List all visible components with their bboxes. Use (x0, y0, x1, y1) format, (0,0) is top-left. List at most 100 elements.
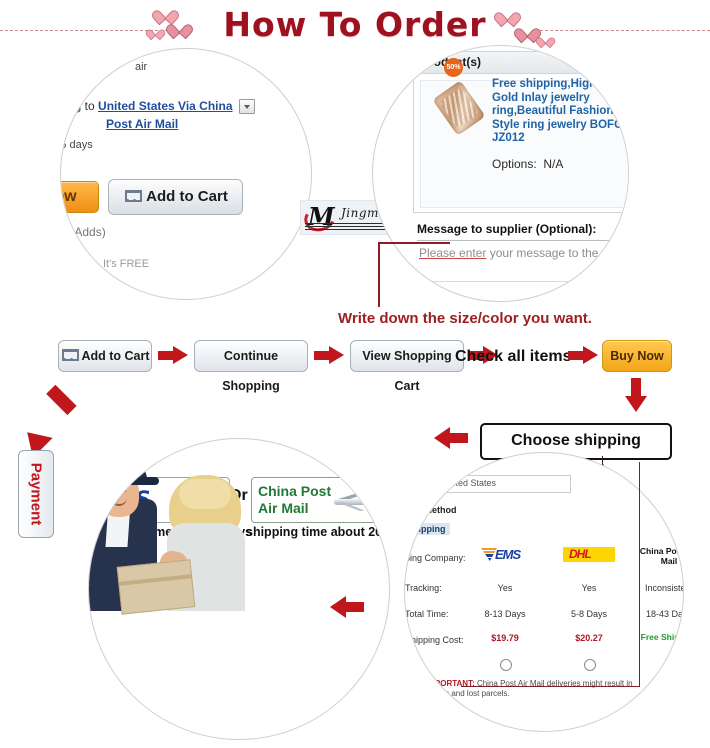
china-post-line2: Air Mail (258, 500, 309, 516)
shipping-method-dialog-circle: United States ping Method Shipping ping … (404, 452, 684, 732)
add-to-cart-button[interactable]: Add to Cart (108, 179, 243, 215)
message-to-supplier-label: Message to supplier (Optional): (417, 222, 597, 236)
wish-list-row[interactable]: sh List (0 Adds) (61, 225, 106, 239)
courier-eye (121, 489, 126, 492)
shipping-method-heading: ping Method (404, 505, 457, 515)
flow-arrow-down-icon (625, 378, 647, 412)
choose-shipping-method-box: Choose shipping method (480, 423, 672, 480)
add-to-cart-label: Add to Cart (146, 188, 228, 205)
product-thumbnail (432, 80, 486, 136)
dispatch-time-text: t within 5 days (60, 139, 93, 151)
title-dash-left (0, 30, 168, 31)
flow-step1-label: Add to Cart (81, 349, 150, 363)
heart-icon (540, 36, 551, 45)
wish-list-count: (0 Adds) (61, 225, 106, 239)
message-to-supplier-input[interactable]: Please enter your message to the s (419, 246, 608, 260)
message-placeholder-underlined: Please enter (419, 246, 487, 260)
product-title-link[interactable]: Free shipping,High Qua. 18K Gold Inlay j… (492, 78, 628, 146)
shipping-radio-ems[interactable] (500, 659, 512, 671)
discount-badge: 50% (444, 58, 463, 77)
title-dash-right (540, 30, 710, 31)
shipping-tab[interactable]: Shipping (405, 523, 450, 535)
country-select-value: United States (442, 478, 497, 488)
dialog-edge-line-horizontal (461, 686, 640, 687)
shipping-cost-cell: Free Shipping (640, 632, 683, 642)
options-label: Options: (492, 157, 537, 171)
total-time-cell: 5-8 Days (570, 609, 607, 619)
row-label-tracking: Tracking: (405, 583, 442, 593)
products-panel: Product(s) 50% Free shipping,High Qua. 1… (413, 51, 628, 213)
shopping-cart-icon (123, 190, 143, 202)
tracking-cell: Inconsistent (644, 583, 683, 593)
flow-arrow-icon (158, 346, 188, 364)
buyer-protection-label: tion (61, 257, 63, 271)
parcel-box (116, 559, 196, 615)
message-placeholder-rest: your message to the s (486, 246, 608, 260)
shipping-to-label: to (84, 99, 95, 113)
how-to-order-infographic: How To Order air hipping to United State… (0, 0, 710, 748)
shopping-cart-icon (60, 349, 80, 361)
airplane-icon (328, 486, 385, 516)
shipping-cost-cell: $19.79 (491, 633, 519, 643)
flow-check-all-items-label: Check all items (455, 348, 572, 365)
china-post-label: China Post Air Mail (639, 546, 684, 566)
destination-link[interactable]: United States Via China (98, 99, 232, 113)
row-label-shipping-cost: Shipping Cost: (405, 635, 464, 645)
note-connector-horizontal (378, 242, 450, 244)
flow-continue-shopping-button[interactable]: Continue Shopping (194, 340, 308, 393)
ems-logo-text: EMS (495, 547, 521, 562)
china-post-shipping-time-caption: shipping time about 20 days (246, 525, 389, 539)
buyers-fragment: ers (71, 277, 87, 289)
ring-image (432, 80, 486, 136)
heart-icon (158, 8, 173, 21)
carrier-logo-cell: DHL (553, 545, 625, 571)
shipping-radio-dhl[interactable] (584, 659, 596, 671)
tracking-cell: Yes (581, 583, 597, 593)
heart-icon (150, 28, 161, 37)
free-shipping-label: hipping (61, 99, 82, 113)
product-options-row: Options: N/A (492, 157, 563, 171)
dialog-edge-line-vertical (639, 462, 640, 687)
message-field-divider-2 (433, 281, 628, 282)
product-page-screenshot-circle: air hipping to United States Via China P… (60, 48, 312, 300)
chevron-down-icon[interactable] (238, 99, 255, 115)
country-select[interactable]: United States (419, 475, 571, 493)
choose-shipping-arrow-left-icon (434, 427, 468, 449)
lightbulb-icon (409, 681, 422, 695)
important-notice-text: IMPORTANT: China Post Air Mail deliverie… (426, 679, 641, 699)
carrier-logo-cell: China Post Air Mail (633, 545, 684, 571)
flow-view-shopping-cart-button[interactable]: View Shopping Cart (350, 340, 464, 393)
flow-add-to-cart-button[interactable]: Add to Cart (58, 340, 152, 372)
delivery-illustration-circle: EMS Or China Post Air Mail shipping time… (88, 438, 390, 740)
china-post-line1: China Post (258, 483, 332, 499)
destination-link-line2[interactable]: Post Air Mail (106, 117, 178, 131)
options-value: N/A (543, 157, 564, 171)
carrier-logo-cell: EMS (469, 545, 541, 571)
page-title: How To Order (223, 5, 487, 44)
delivery-arrow-left-icon (330, 596, 364, 618)
shipping-cost-cell: $20.27 (575, 633, 603, 643)
message-field-divider (417, 240, 628, 241)
checkout-page-screenshot-circle: Product(s) 50% Free shipping,High Qua. 1… (372, 45, 629, 302)
write-down-note: Write down the size/color you want. (338, 310, 592, 327)
courier-eye (107, 489, 112, 492)
dhl-logo-icon: DHL (563, 547, 615, 562)
heart-icon (520, 26, 535, 39)
flow-buy-now-button[interactable]: Buy Now (602, 340, 672, 372)
total-time-cell: 8-13 Days (484, 609, 526, 619)
buy-now-button[interactable]: y Now (61, 181, 99, 213)
dhl-logo-text: DHL (569, 547, 592, 561)
row-label-total-time: Total Time: (405, 609, 449, 619)
its-free-label: It's FREE (103, 258, 150, 270)
note-connector-vertical (378, 242, 380, 307)
air-text-fragment: air (135, 61, 148, 73)
china-post-logo-text: China Post Air Mail (258, 483, 331, 517)
heart-icon (500, 10, 515, 23)
total-time-cell: 18-43 Days (645, 609, 684, 619)
us-flag-icon (423, 479, 439, 491)
shipping-radio-china-post[interactable] (664, 659, 676, 671)
china-post-carrier-box: China Post Air Mail (251, 477, 386, 523)
ems-logo-icon: EMS (481, 547, 529, 562)
courier-cap (93, 463, 159, 485)
payment-box: Payment (18, 450, 54, 538)
